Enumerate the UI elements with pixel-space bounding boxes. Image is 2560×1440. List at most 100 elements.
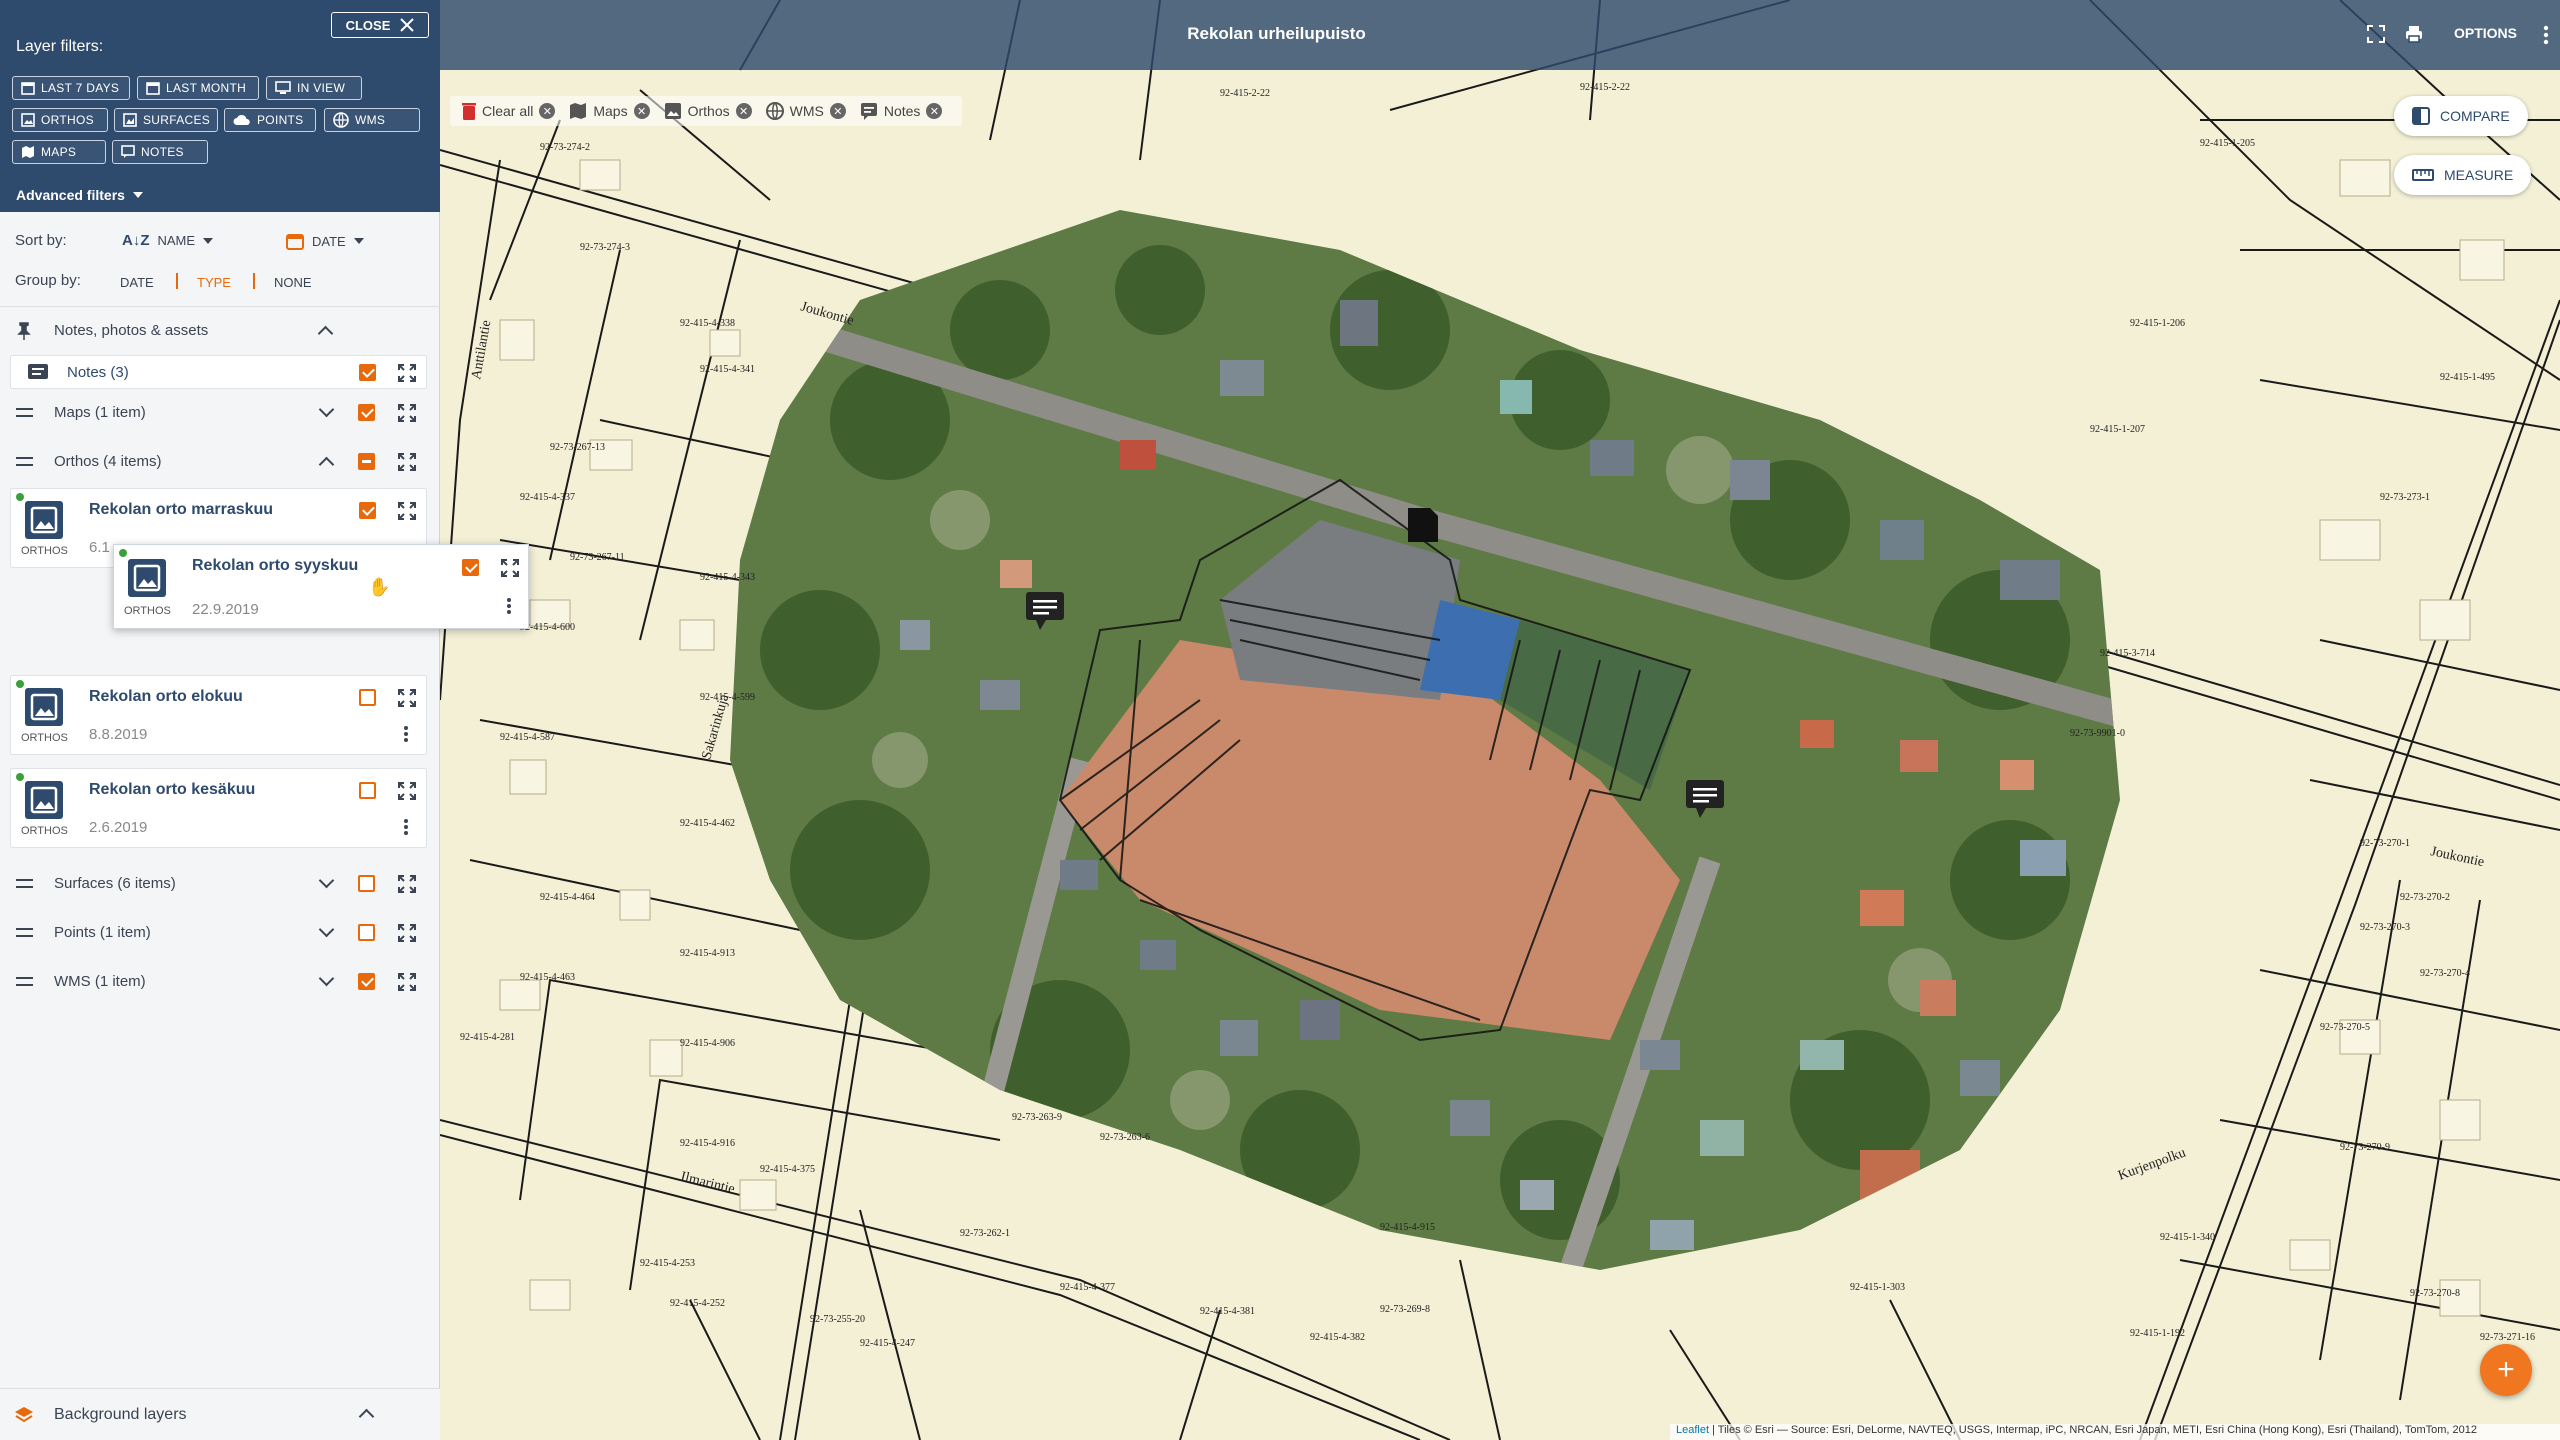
layer-visibility-checkbox[interactable]: [462, 559, 479, 576]
notes-group-row[interactable]: Notes (3): [10, 355, 427, 389]
surfaces-visibility-checkbox[interactable]: [358, 875, 375, 892]
filter-last-7-days[interactable]: LAST 7 DAYS: [12, 76, 130, 100]
orthos-visibility-checkbox[interactable]: [358, 453, 375, 470]
close-filters-button[interactable]: CLOSE: [331, 12, 429, 38]
leaflet-link[interactable]: Leaflet: [1676, 1424, 1709, 1436]
chevron-down-icon[interactable]: [318, 921, 335, 938]
drag-handle-icon[interactable]: [16, 977, 33, 986]
expand-icon[interactable]: [398, 689, 416, 712]
chevron-down-icon[interactable]: [318, 872, 335, 889]
filter-chip-wms[interactable]: WMS ✕: [765, 102, 846, 120]
maps-group-label: Maps (1 item): [54, 403, 146, 421]
svg-text:92-415-1-340: 92-415-1-340: [2160, 1232, 2215, 1243]
svg-text:92-415-1-207: 92-415-1-207: [2090, 424, 2145, 435]
wms-group-row[interactable]: WMS (1 item): [0, 961, 440, 1001]
cloud-icon: [233, 114, 250, 125]
chevron-up-icon[interactable]: [358, 1408, 375, 1425]
maps-visibility-checkbox[interactable]: [358, 404, 375, 421]
points-visibility-checkbox[interactable]: [358, 924, 375, 941]
ortho-layer-item[interactable]: ORTHOS Rekolan orto kesäkuu 2.6.2019: [10, 768, 427, 848]
remove-filter-icon[interactable]: ✕: [633, 103, 650, 119]
sort-name-dropdown[interactable]: A↓Z NAME: [122, 232, 214, 249]
options-button[interactable]: OPTIONS: [2454, 25, 2517, 41]
notes-photos-assets-section[interactable]: Notes, photos & assets: [0, 310, 440, 350]
remove-filter-icon[interactable]: ✕: [735, 103, 752, 119]
chevron-down-icon[interactable]: [318, 401, 335, 418]
chevron-up-icon[interactable]: [318, 456, 335, 473]
group-none-option[interactable]: NONE: [274, 275, 312, 290]
filter-notes[interactable]: NOTES: [112, 140, 208, 164]
expand-icon[interactable]: [398, 453, 416, 475]
expand-icon[interactable]: [398, 364, 416, 387]
layer-visibility-checkbox[interactable]: [359, 689, 376, 706]
chevron-down-icon[interactable]: [318, 970, 335, 987]
filter-surfaces[interactable]: SURFACES: [114, 108, 218, 132]
expand-icon[interactable]: [398, 875, 416, 897]
maps-group-row[interactable]: Maps (1 item): [0, 392, 440, 432]
filter-maps[interactable]: MAPS: [12, 140, 106, 164]
compare-button[interactable]: COMPARE: [2394, 96, 2528, 136]
notes-visibility-checkbox[interactable]: [359, 364, 376, 381]
svg-text:92-73-270-5: 92-73-270-5: [2320, 1022, 2370, 1033]
group-date-option[interactable]: DATE: [120, 275, 154, 290]
layers-icon: [15, 1407, 33, 1423]
background-layers-section[interactable]: Background layers: [0, 1388, 440, 1440]
remove-filter-icon[interactable]: ✕: [829, 103, 846, 119]
more-vert-icon[interactable]: [2543, 25, 2549, 50]
more-vert-icon[interactable]: [507, 598, 511, 614]
expand-icon[interactable]: [398, 924, 416, 946]
svg-text:92-73-274-2: 92-73-274-2: [540, 142, 590, 153]
more-vert-icon[interactable]: [404, 726, 408, 742]
note-icon: [121, 145, 135, 158]
layer-date: 8.8.2019: [89, 726, 148, 743]
layer-visibility-checkbox[interactable]: [359, 502, 376, 519]
filter-chip-label: Maps: [593, 103, 628, 119]
ortho-layer-item[interactable]: ORTHOS Rekolan orto elokuu 8.8.2019: [10, 675, 427, 755]
layer-visibility-checkbox[interactable]: [359, 782, 376, 799]
layer-date: 6.1: [89, 539, 110, 556]
drag-handle-icon[interactable]: [16, 879, 33, 888]
clear-all-filter[interactable]: Clear all ✕: [462, 102, 556, 120]
filter-chip-label: NOTES: [141, 145, 184, 159]
expand-icon[interactable]: [398, 404, 416, 426]
filter-chip-orthos[interactable]: Orthos ✕: [664, 102, 752, 120]
expand-icon[interactable]: [398, 782, 416, 805]
filter-chip-notes[interactable]: Notes ✕: [860, 102, 943, 120]
drag-handle-icon[interactable]: [16, 457, 33, 466]
measure-button[interactable]: MEASURE: [2394, 155, 2532, 195]
remove-filter-icon[interactable]: ✕: [926, 103, 943, 119]
filter-orthos[interactable]: ORTHOS: [12, 108, 108, 132]
compare-label: COMPARE: [2440, 108, 2510, 124]
svg-text:92-73-267-11: 92-73-267-11: [570, 552, 625, 563]
filter-last-month[interactable]: LAST MONTH: [137, 76, 259, 100]
remove-filter-icon[interactable]: ✕: [539, 103, 556, 119]
filter-points[interactable]: POINTS: [224, 108, 316, 132]
expand-icon[interactable]: [501, 559, 519, 582]
more-vert-icon[interactable]: [404, 819, 408, 835]
fullscreen-icon[interactable]: [2366, 24, 2386, 49]
wms-visibility-checkbox[interactable]: [358, 973, 375, 990]
group-type-option[interactable]: TYPE: [197, 275, 231, 290]
points-group-row[interactable]: Points (1 item): [0, 912, 440, 952]
drag-handle-icon[interactable]: [16, 928, 33, 937]
svg-text:92-73-263-6: 92-73-263-6: [1100, 1132, 1150, 1143]
surfaces-group-row[interactable]: Surfaces (6 items): [0, 863, 440, 903]
print-icon[interactable]: [2404, 24, 2424, 49]
filter-in-view[interactable]: IN VIEW: [266, 76, 362, 100]
map-attribution: Leaflet | Tiles © Esri — Source: Esri, D…: [1670, 1424, 2560, 1440]
orthos-group-row[interactable]: Orthos (4 items): [0, 441, 440, 481]
expand-icon[interactable]: [398, 502, 416, 525]
add-fab-button[interactable]: +: [2480, 1344, 2532, 1396]
advanced-filters-toggle[interactable]: Advanced filters: [16, 187, 143, 203]
layer-type-tag: ORTHOS: [124, 605, 171, 617]
layer-name: Rekolan orto syyskuu: [192, 557, 359, 574]
filter-wms[interactable]: WMS: [324, 108, 420, 132]
calendar-icon: [21, 82, 35, 95]
expand-icon[interactable]: [398, 973, 416, 995]
chevron-up-icon[interactable]: [317, 325, 334, 342]
dragged-ortho-layer-item[interactable]: ORTHOS Rekolan orto syyskuu 22.9.2019 ✋: [113, 544, 529, 629]
filter-chip-maps[interactable]: Maps ✕: [569, 102, 650, 120]
drag-handle-icon[interactable]: [16, 408, 33, 417]
map-canvas[interactable]: Joukontie Joukontie Sakarinkuja Ilmarint…: [440, 0, 2560, 1440]
sort-date-dropdown[interactable]: DATE: [286, 232, 364, 250]
